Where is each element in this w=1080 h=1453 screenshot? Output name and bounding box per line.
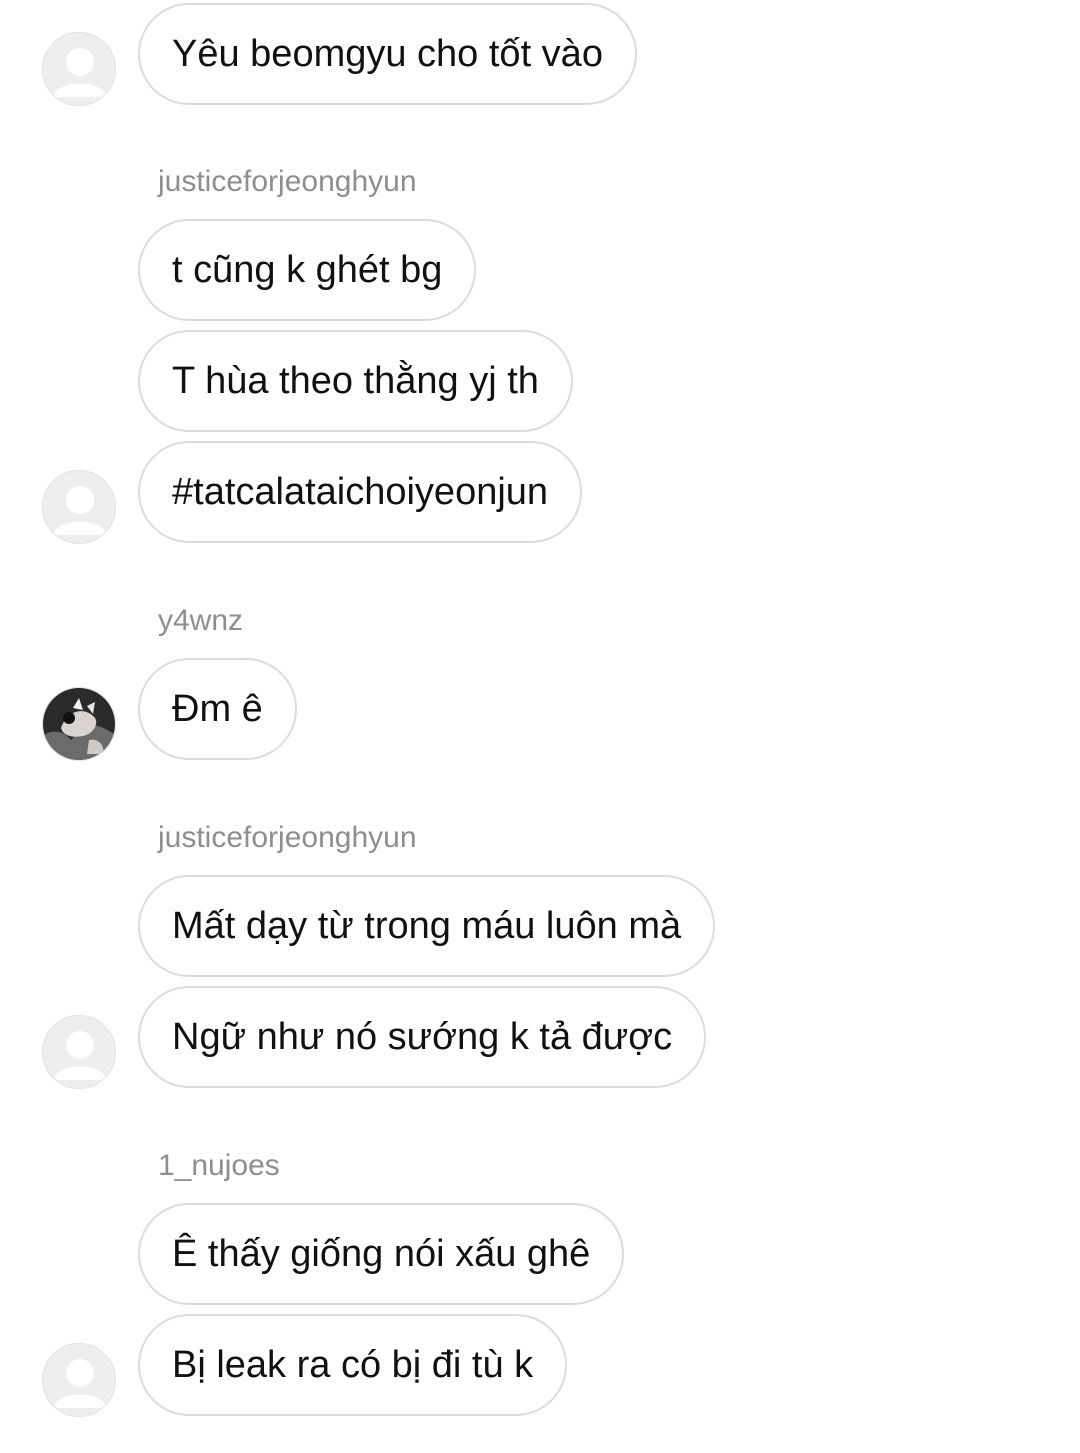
message-text: Bị leak ra có bị đi tù k [172,1343,534,1386]
profile-photo-avatar[interactable] [42,687,116,761]
sender-name: justiceforjeonghyun [158,821,417,854]
message-text: t cũng k ghét bg [172,248,443,291]
message-text: Ngữ như nó sướng k tả được [172,1015,673,1058]
message-text: Yêu beomgyu cho tốt vào [172,32,603,75]
message-text: Mất dạy từ trong máu luôn mà [172,904,682,947]
message-bubble[interactable]: Mất dạy từ trong máu luôn mà [138,875,716,977]
sender-name: justiceforjeonghyun [158,165,417,198]
default-avatar-icon[interactable] [42,1015,116,1089]
message-text: Đm ê [172,687,263,730]
message-text: #tatcalataichoiyeonjun [172,470,549,513]
message-bubble[interactable]: T hùa theo thằng yj th [138,330,573,432]
default-avatar-icon[interactable] [42,1343,116,1417]
message-bubble[interactable]: Ngữ như nó sướng k tả được [138,986,707,1088]
message-bubble[interactable]: Bị leak ra có bị đi tù k [138,1314,568,1416]
message-bubble[interactable]: Yêu beomgyu cho tốt vào [138,3,637,105]
message-text: T hùa theo thằng yj th [172,359,539,402]
message-text: Ê thấy giống nói xấu ghê [172,1232,591,1275]
sender-name: 1_nujoes [158,1149,280,1182]
message-bubble[interactable]: Ê thấy giống nói xấu ghê [138,1203,625,1305]
message-bubble[interactable]: t cũng k ghét bg [138,219,477,321]
message-bubble[interactable]: #tatcalataichoiyeonjun [138,441,583,543]
default-avatar-icon[interactable] [42,470,116,544]
message-bubble[interactable]: Đm ê [138,658,297,760]
default-avatar-icon[interactable] [42,32,116,106]
sender-name: y4wnz [158,604,244,637]
